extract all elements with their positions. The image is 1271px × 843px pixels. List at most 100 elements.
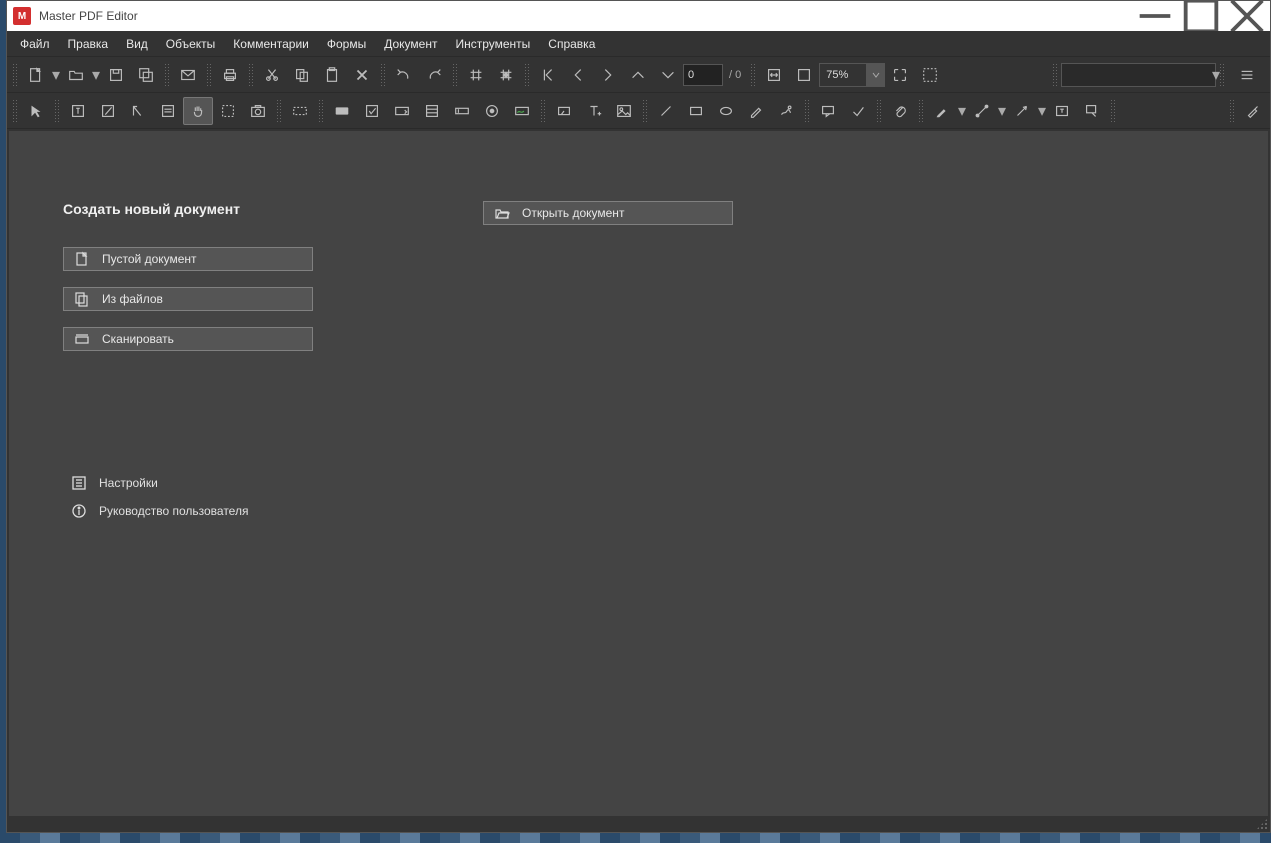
content-area: Создать новый документ Пустой документ И… xyxy=(9,131,1268,816)
menu-edit[interactable]: Правка xyxy=(59,31,118,56)
new-doc-button[interactable] xyxy=(21,61,51,89)
edit-text-tool[interactable] xyxy=(63,97,93,125)
add-image-tool[interactable] xyxy=(609,97,639,125)
from-files-icon xyxy=(74,291,90,307)
textbox-tool[interactable] xyxy=(1047,97,1077,125)
menu-help[interactable]: Справка xyxy=(539,31,604,56)
search-box[interactable]: ▾ xyxy=(1061,63,1216,87)
minimize-button[interactable] xyxy=(1132,1,1178,31)
redo-button[interactable] xyxy=(419,61,449,89)
settings-link[interactable]: Настройки xyxy=(63,469,313,497)
ellipse-tool[interactable] xyxy=(711,97,741,125)
note-tool[interactable] xyxy=(813,97,843,125)
app-window: M Master PDF Editor Файл Правка Вид Объе… xyxy=(6,0,1271,833)
arrow-dropdown[interactable]: ▾ xyxy=(1037,97,1047,125)
snapshot-tool[interactable] xyxy=(243,97,273,125)
menu-view[interactable]: Вид xyxy=(117,31,157,56)
print-button[interactable] xyxy=(215,61,245,89)
strikeout-tool[interactable] xyxy=(967,97,997,125)
fullscreen-button[interactable] xyxy=(915,61,945,89)
add-text-tool[interactable] xyxy=(579,97,609,125)
grid-button[interactable] xyxy=(461,61,491,89)
radio-field-tool[interactable] xyxy=(477,97,507,125)
combobox-field-tool[interactable] xyxy=(387,97,417,125)
new-doc-dropdown[interactable]: ▾ xyxy=(51,61,61,89)
rectangle-tool[interactable] xyxy=(681,97,711,125)
snap-button[interactable] xyxy=(491,61,521,89)
from-files-label: Из файлов xyxy=(102,292,163,306)
open-dropdown[interactable]: ▾ xyxy=(91,61,101,89)
paste-button[interactable] xyxy=(317,61,347,89)
arrow-tool[interactable] xyxy=(1007,97,1037,125)
create-heading: Создать новый документ xyxy=(63,201,313,217)
check-annot-tool[interactable] xyxy=(843,97,873,125)
next-page-button[interactable] xyxy=(593,61,623,89)
menu-objects[interactable]: Объекты xyxy=(157,31,225,56)
fit-width-button[interactable] xyxy=(759,61,789,89)
close-button[interactable] xyxy=(1224,1,1270,31)
scanner-icon xyxy=(74,331,90,347)
edit-document-tool[interactable] xyxy=(153,97,183,125)
delete-button[interactable] xyxy=(347,61,377,89)
menu-comments[interactable]: Комментарии xyxy=(224,31,318,56)
search-input[interactable] xyxy=(1070,69,1212,81)
info-icon xyxy=(71,503,87,519)
down-button[interactable] xyxy=(653,61,683,89)
zoom-dropdown[interactable] xyxy=(867,63,885,87)
app-icon: M xyxy=(13,7,31,25)
edit-vector-tool[interactable] xyxy=(123,97,153,125)
hand-tool[interactable] xyxy=(183,97,213,125)
save-button[interactable] xyxy=(101,61,131,89)
listbox-field-tool[interactable] xyxy=(417,97,447,125)
highlight-dropdown[interactable]: ▾ xyxy=(957,97,967,125)
open-button[interactable] xyxy=(61,61,91,89)
scan-button[interactable]: Сканировать xyxy=(63,327,313,351)
actual-size-button[interactable] xyxy=(885,61,915,89)
strikeout-dropdown[interactable]: ▾ xyxy=(997,97,1007,125)
prev-page-button[interactable] xyxy=(563,61,593,89)
edit-forms-tool[interactable] xyxy=(93,97,123,125)
menu-document[interactable]: Документ xyxy=(375,31,446,56)
pencil-annot-tool[interactable] xyxy=(741,97,771,125)
from-files-button[interactable]: Из файлов xyxy=(63,287,313,311)
menu-file[interactable]: Файл xyxy=(11,31,59,56)
statusbar xyxy=(7,818,1270,832)
toolbar-main: ▾ ▾ / 0 75% xyxy=(7,57,1270,93)
new-blank-button[interactable]: Пустой документ xyxy=(63,247,313,271)
select-area-tool[interactable] xyxy=(213,97,243,125)
new-blank-label: Пустой документ xyxy=(102,252,197,266)
menu-tools[interactable]: Инструменты xyxy=(446,31,539,56)
attachment-tool[interactable] xyxy=(885,97,915,125)
fit-page-button[interactable] xyxy=(789,61,819,89)
manual-label: Руководство пользователя xyxy=(99,504,248,518)
maximize-button[interactable] xyxy=(1178,1,1224,31)
first-page-button[interactable] xyxy=(533,61,563,89)
initials-tool[interactable] xyxy=(771,97,801,125)
manual-link[interactable]: Руководство пользователя xyxy=(63,497,313,525)
cut-button[interactable] xyxy=(257,61,287,89)
checkbox-field-tool[interactable] xyxy=(357,97,387,125)
signature-field-tool[interactable] xyxy=(507,97,537,125)
line-tool[interactable] xyxy=(651,97,681,125)
save-as-button[interactable] xyxy=(131,61,161,89)
undo-button[interactable] xyxy=(389,61,419,89)
button-field-tool[interactable] xyxy=(327,97,357,125)
folder-open-icon xyxy=(494,205,510,221)
up-button[interactable] xyxy=(623,61,653,89)
brush-tool[interactable] xyxy=(1238,97,1268,125)
highlight-tool[interactable] xyxy=(927,97,957,125)
email-button[interactable] xyxy=(173,61,203,89)
text-field-tool[interactable] xyxy=(285,97,315,125)
menu-forms[interactable]: Формы xyxy=(318,31,375,56)
page-number-input[interactable] xyxy=(683,64,723,86)
callout-tool[interactable] xyxy=(1077,97,1107,125)
select-tool[interactable] xyxy=(21,97,51,125)
copy-button[interactable] xyxy=(287,61,317,89)
resize-grip[interactable] xyxy=(1256,818,1268,830)
input-field-tool[interactable] xyxy=(447,97,477,125)
link-tool[interactable] xyxy=(549,97,579,125)
zoom-value[interactable]: 75% xyxy=(819,63,867,87)
open-document-button[interactable]: Открыть документ xyxy=(483,201,733,225)
app-title: Master PDF Editor xyxy=(39,9,138,23)
menu-hamburger-button[interactable] xyxy=(1232,61,1262,89)
